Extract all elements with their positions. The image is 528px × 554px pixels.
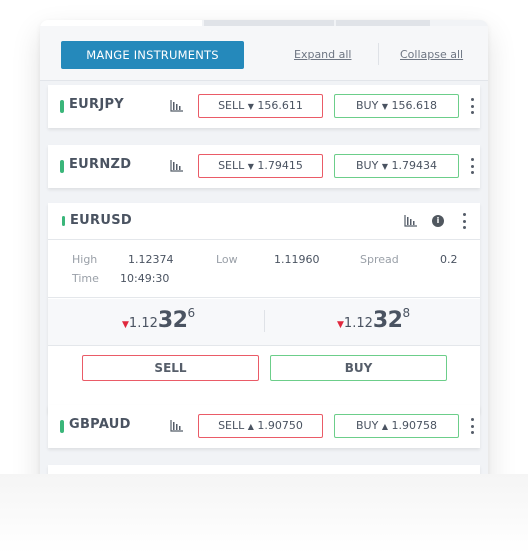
trend-arrow-icon: ▲: [247, 422, 254, 431]
quote-pip: 8: [402, 306, 411, 320]
quotes-panel: ▼1.12326 ▼1.12328: [48, 299, 480, 346]
instrument-row[interactable]: GBPAUD SELL ▲ 1.90750 BUY ▲ 1.90758: [48, 405, 480, 448]
stats-panel: High 1.12374 Low 1.11960 Spread 0.2 Time…: [48, 241, 480, 298]
sell-button[interactable]: SELL: [82, 355, 259, 381]
sell-price: 156.611: [257, 99, 303, 112]
status-indicator: [60, 160, 64, 173]
spread-value: 0.2: [440, 253, 458, 266]
sell-button[interactable]: SELL ▼ 156.611: [198, 94, 323, 118]
sell-label: SELL: [218, 419, 245, 432]
toolbar: MANGE INSTRUMENTS Expand all Collapse al…: [40, 26, 488, 81]
buy-button[interactable]: BUY ▲ 1.90758: [334, 414, 459, 438]
more-options-icon[interactable]: [470, 98, 474, 114]
quotes-divider: [264, 310, 265, 332]
chart-icon[interactable]: [170, 100, 184, 112]
chart-icon[interactable]: [170, 420, 184, 432]
time-value: 10:49:30: [120, 272, 170, 285]
buy-price: 1.90758: [391, 419, 437, 432]
instruments-panel: MANGE INSTRUMENTS Expand all Collapse al…: [40, 20, 488, 494]
status-indicator: [60, 100, 64, 113]
quote-prefix: 1.12: [128, 316, 158, 331]
high-value: 1.12374: [128, 253, 174, 266]
sell-button[interactable]: SELL ▲ 1.90750: [198, 414, 323, 438]
trend-arrow-icon: ▼: [381, 102, 388, 111]
buy-label: BUY: [356, 159, 379, 172]
sell-label: SELL: [218, 159, 245, 172]
high-label: High: [72, 253, 98, 266]
time-label: Time: [72, 272, 99, 285]
more-options-icon[interactable]: [462, 213, 466, 229]
buy-quote: ▼1.12328: [337, 306, 411, 333]
price-down-icon: ▼: [337, 320, 344, 330]
spread-label: Spread: [360, 253, 399, 266]
sell-quote: ▼1.12326: [122, 306, 196, 333]
sell-button[interactable]: SELL ▼ 1.79415: [198, 154, 323, 178]
more-options-icon[interactable]: [470, 158, 474, 174]
sell-label: SELL: [218, 99, 245, 112]
instrument-symbol: EURUSD: [70, 213, 132, 228]
instrument-row[interactable]: EURNZD SELL ▼ 1.79415 BUY ▼ 1.79434: [48, 145, 480, 188]
bottom-fade: [0, 474, 528, 554]
chart-icon[interactable]: [404, 215, 418, 227]
toolbar-divider: [378, 43, 379, 65]
quote-pip: 6: [187, 306, 196, 320]
buy-label: BUY: [356, 419, 379, 432]
quote-big-figure: 32: [372, 308, 403, 333]
instrument-symbol: GBPAUD: [69, 417, 131, 432]
info-icon[interactable]: i: [432, 215, 444, 227]
trend-arrow-icon: ▲: [381, 422, 388, 431]
more-options-icon[interactable]: [470, 418, 474, 434]
chart-icon[interactable]: [170, 160, 184, 172]
instrument-row[interactable]: EURJPY SELL ▼ 156.611 BUY ▼ 156.618: [48, 85, 480, 128]
instrument-symbol: EURJPY: [69, 97, 125, 112]
status-indicator: [62, 216, 65, 226]
trend-arrow-icon: ▼: [247, 162, 254, 171]
buy-label: BUY: [356, 99, 379, 112]
buy-button[interactable]: BUY ▼ 1.79434: [334, 154, 459, 178]
collapse-all-link[interactable]: Collapse all: [400, 48, 463, 61]
quote-prefix: 1.12: [343, 316, 373, 331]
low-value: 1.11960: [274, 253, 320, 266]
buy-price: 156.618: [391, 99, 437, 112]
buy-button[interactable]: BUY: [270, 355, 447, 381]
expand-all-link[interactable]: Expand all: [294, 48, 352, 61]
low-label: Low: [216, 253, 238, 266]
buy-price: 1.79434: [391, 159, 437, 172]
expanded-header[interactable]: EURUSD i: [48, 203, 480, 240]
sell-price: 1.79415: [257, 159, 303, 172]
quote-big-figure: 32: [157, 308, 188, 333]
status-indicator: [60, 420, 64, 433]
manage-instruments-button[interactable]: MANGE INSTRUMENTS: [61, 41, 244, 69]
instrument-symbol: EURNZD: [69, 157, 132, 172]
trend-arrow-icon: ▼: [247, 102, 254, 111]
trend-arrow-icon: ▼: [381, 162, 388, 171]
price-down-icon: ▼: [122, 320, 129, 330]
instrument-row-expanded: EURUSD i High 1.12374 Low 1.11960 Spread…: [48, 203, 480, 413]
buy-button[interactable]: BUY ▼ 156.618: [334, 94, 459, 118]
sell-price: 1.90750: [257, 419, 303, 432]
